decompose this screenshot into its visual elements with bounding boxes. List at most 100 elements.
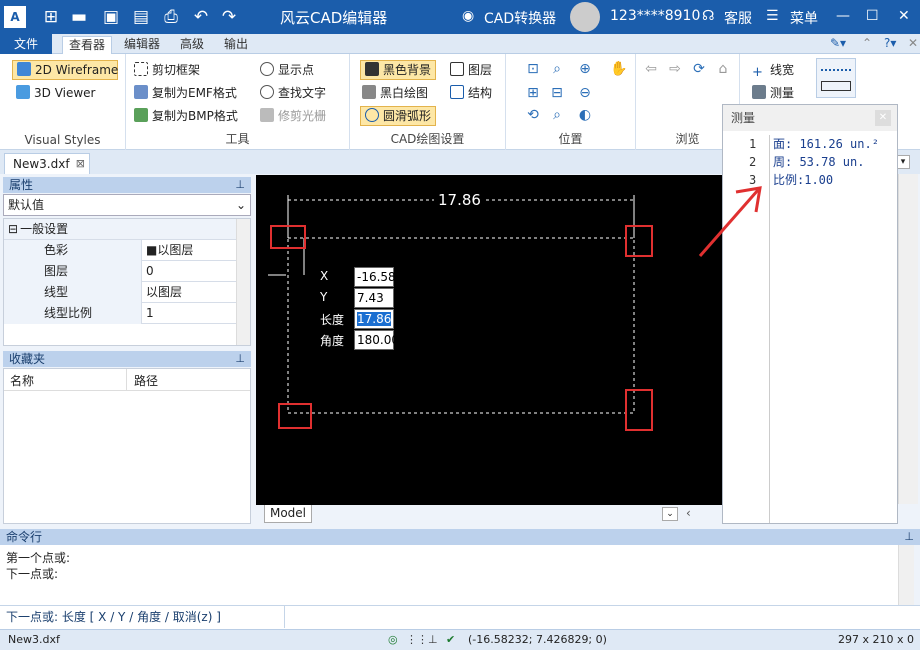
tab-advanced[interactable]: 高级: [174, 36, 210, 54]
cut-frame-button[interactable]: 剪切框架: [134, 60, 200, 80]
property-row[interactable]: 线型比例 1: [4, 303, 236, 324]
minimize-icon[interactable]: —: [836, 8, 850, 24]
property-value[interactable]: 1: [144, 303, 154, 324]
brush-icon[interactable]: ✎▾: [830, 36, 846, 50]
avatar[interactable]: [570, 2, 600, 32]
pin-icon[interactable]: ⊥: [235, 177, 245, 193]
back-arrow-icon[interactable]: ⇦: [642, 60, 660, 78]
tab-output[interactable]: 输出: [218, 36, 254, 54]
show-points-button[interactable]: 显示点: [260, 60, 314, 80]
col-path[interactable]: 路径: [134, 372, 158, 389]
home-icon[interactable]: ⌂: [714, 60, 732, 78]
grid-icon[interactable]: ⋮⋮: [406, 630, 428, 650]
close-tab-icon[interactable]: ⊠: [76, 154, 85, 174]
rotate-icon[interactable]: ◐: [576, 106, 594, 124]
property-row[interactable]: 图层 0: [4, 261, 236, 282]
maximize-icon[interactable]: ☐: [866, 8, 879, 24]
pin-icon[interactable]: ✕: [908, 36, 918, 50]
layout-dropdown-icon[interactable]: ⌄: [662, 507, 678, 521]
refresh-icon[interactable]: ⟳: [690, 60, 708, 78]
model-tab[interactable]: Model: [264, 505, 312, 523]
tab-editor[interactable]: 编辑器: [118, 36, 166, 54]
plus-icon: +: [752, 65, 763, 80]
print-icon[interactable]: ⎙: [160, 6, 182, 28]
measure-button[interactable]: 测量: [752, 83, 794, 103]
highlight-top-right: [625, 225, 653, 257]
find-text-button[interactable]: 查找文字: [260, 83, 326, 103]
black-background-button[interactable]: 黑色背景: [360, 60, 437, 80]
snap-icon[interactable]: ◎: [388, 630, 398, 650]
converter-icon[interactable]: ◉: [462, 8, 474, 24]
structure-button[interactable]: 结构: [450, 83, 492, 103]
menu-icon[interactable]: ☰: [766, 8, 779, 24]
col-name[interactable]: 名称: [10, 372, 34, 389]
zoom-out-icon[interactable]: ⊖: [576, 84, 594, 102]
open-folder-icon[interactable]: ▬: [68, 6, 90, 28]
command-prompt[interactable]: 下一点或: 长度 [ X / Y / 角度 / 取消(z) ]: [0, 605, 920, 629]
2d-wireframe-button[interactable]: 2D Wireframe: [12, 60, 118, 80]
pin-icon[interactable]: ⊥: [904, 529, 914, 545]
doc-tab[interactable]: New3.dxf ⊠: [4, 153, 90, 174]
3d-viewer-button[interactable]: 3D Viewer: [16, 83, 95, 103]
menu-button[interactable]: 菜单: [790, 8, 818, 28]
arc-icon: [365, 108, 379, 122]
property-value[interactable]: ■以图层: [144, 240, 193, 261]
property-row[interactable]: 线型 以图层: [4, 282, 236, 303]
zoom-in-icon[interactable]: ⊕: [576, 60, 594, 78]
trim-raster-button[interactable]: 修剪光栅: [260, 106, 326, 126]
tab-list-icon[interactable]: ▾: [896, 155, 910, 169]
properties-selector[interactable]: 默认值 ⌄: [3, 194, 251, 216]
forward-arrow-icon[interactable]: ⇨: [666, 60, 684, 78]
dim-field-input[interactable]: 17.86: [354, 309, 394, 329]
scroll-left-icon[interactable]: ‹: [686, 506, 691, 520]
copy-emf-button[interactable]: 复制为EMF格式: [134, 83, 237, 103]
dotted-line-icon: [821, 69, 851, 71]
command-input[interactable]: [284, 606, 914, 628]
converter-button[interactable]: CAD转换器: [484, 8, 556, 28]
property-scrollbar[interactable]: [236, 219, 250, 345]
save-icon[interactable]: ▣: [100, 6, 122, 28]
layers-button[interactable]: 图层: [450, 60, 492, 80]
line-width-button[interactable]: + 线宽: [752, 60, 794, 80]
tab-viewer[interactable]: 查看器: [62, 36, 113, 54]
copy-bmp-button[interactable]: 复制为BMP格式: [134, 106, 238, 126]
drawing-canvas[interactable]: 17.86 X -16.58 Y 7.43 长度 17.86 角度 180.00: [256, 175, 722, 505]
pan-hand-icon[interactable]: ✋: [610, 60, 628, 78]
zoom-window-icon[interactable]: ⊡: [524, 60, 542, 78]
property-row[interactable]: 色彩 ■以图层: [4, 240, 236, 261]
pdf-icon[interactable]: ▤: [130, 6, 152, 28]
collapse-icon[interactable]: ⊟: [4, 222, 18, 236]
new-file-icon[interactable]: ⊞: [40, 6, 62, 28]
section-row[interactable]: ⊟ 一般设置: [4, 219, 236, 240]
headset-icon[interactable]: ☊: [702, 8, 714, 24]
ruler-button[interactable]: [816, 58, 856, 98]
dim-field-input[interactable]: 180.00: [354, 330, 399, 350]
ortho-icon[interactable]: ⊥: [428, 630, 438, 650]
collapse-icon[interactable]: ⌃: [862, 36, 872, 50]
undo-icon[interactable]: ↶: [190, 6, 212, 28]
fit-icon[interactable]: ⊞: [524, 84, 542, 102]
bw-drawing-button[interactable]: 黑白绘图: [362, 83, 428, 103]
canvas-vertical-scrollbar[interactable]: [898, 174, 918, 504]
3d-orbit-icon[interactable]: ⟲: [524, 106, 542, 124]
smooth-arc-button[interactable]: 圆滑弧形: [360, 106, 437, 126]
close-icon[interactable]: ✕: [875, 110, 891, 126]
polar-icon[interactable]: ✔: [446, 630, 455, 650]
command-scrollbar[interactable]: [898, 545, 914, 605]
app-logo-icon[interactable]: A: [4, 6, 26, 28]
property-value[interactable]: 以图层: [144, 282, 182, 303]
help-icon[interactable]: ?▾: [884, 36, 896, 50]
dim-field-input[interactable]: 7.43: [354, 288, 394, 308]
zoom-prev-icon[interactable]: ⌕: [548, 106, 566, 124]
dim-field-input[interactable]: -16.58: [354, 267, 396, 287]
property-value[interactable]: 0: [144, 261, 154, 282]
close-icon[interactable]: ✕: [898, 8, 910, 24]
column-divider: [126, 369, 127, 391]
tab-file[interactable]: 文件: [0, 34, 52, 54]
service-button[interactable]: 客服: [724, 8, 752, 28]
redo-icon[interactable]: ↷: [218, 6, 240, 28]
extents-icon[interactable]: ⊟: [548, 84, 566, 102]
2d-wireframe-label: 2D Wireframe: [35, 63, 119, 77]
zoom-search-icon[interactable]: ⌕: [548, 60, 566, 78]
pin-icon[interactable]: ⊥: [235, 351, 245, 367]
